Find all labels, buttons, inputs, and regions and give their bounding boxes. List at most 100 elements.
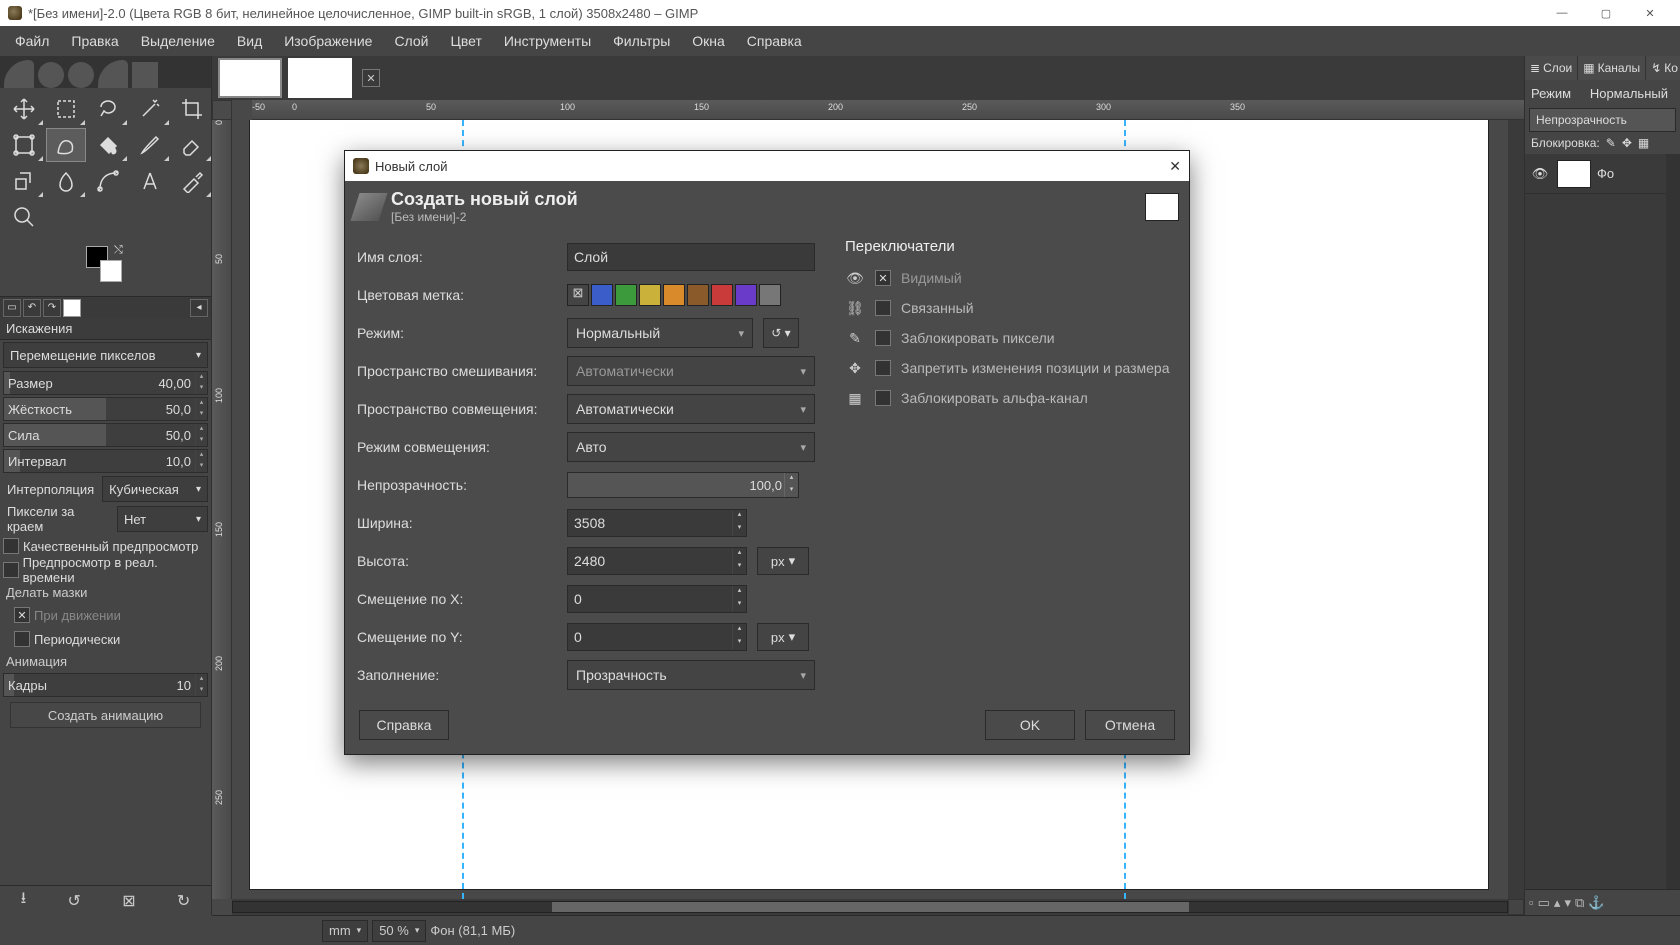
eraser-tool[interactable] <box>172 128 212 162</box>
offset-unit-select[interactable]: px ▾ <box>757 623 809 651</box>
zoom-tool[interactable] <box>4 200 44 234</box>
lower-layer-icon[interactable]: ▾ <box>1564 895 1571 911</box>
picker-tool[interactable] <box>172 164 212 198</box>
path-tool[interactable] <box>88 164 128 198</box>
color-tag[interactable] <box>759 284 781 306</box>
layer-opacity-slider[interactable]: Непрозрачность <box>1529 108 1676 132</box>
frames-slider[interactable]: Кадры10▴▾ <box>3 673 208 697</box>
minimize-button[interactable]: — <box>1540 0 1584 26</box>
comp-mode-select[interactable]: Авто▾ <box>567 432 815 462</box>
vertical-scrollbar[interactable] <box>1508 120 1524 899</box>
brush-shape[interactable] <box>4 60 34 88</box>
move-mode-select[interactable]: Перемещение пикселов▾ <box>3 342 208 368</box>
move-tool[interactable] <box>4 92 44 126</box>
menu-item[interactable]: Фильтры <box>602 29 681 53</box>
dialog-close-icon[interactable]: ✕ <box>1169 158 1181 175</box>
menu-item[interactable]: Окна <box>681 29 736 53</box>
menu-item[interactable]: Файл <box>4 29 60 53</box>
delete-preset-icon[interactable]: ⊠ <box>122 891 135 911</box>
clone-tool[interactable] <box>4 164 44 198</box>
brush-shape[interactable] <box>98 60 128 88</box>
text-tool[interactable] <box>130 164 170 198</box>
lock-position-icon[interactable]: ✥ <box>1622 136 1632 150</box>
color-tag[interactable] <box>711 284 733 306</box>
close-button[interactable]: ✕ <box>1628 0 1672 26</box>
lock-alpha-icon[interactable]: ▦ <box>1638 136 1649 150</box>
realtime-preview-check[interactable] <box>3 562 19 578</box>
mode-reset-button[interactable]: ↺ ▾ <box>763 318 799 348</box>
offset-y-input[interactable]: 0▴▾ <box>567 623 747 651</box>
close-tab-icon[interactable]: ✕ <box>362 69 380 87</box>
menu-item[interactable]: Правка <box>60 29 129 53</box>
on-move-check[interactable]: ✕ <box>14 607 30 623</box>
lock-pixels-icon[interactable]: ✎ <box>1606 136 1616 150</box>
cancel-button[interactable]: Отмена <box>1085 710 1175 740</box>
layers-tab[interactable]: ≣Слои <box>1525 56 1578 80</box>
zoom-select[interactable]: 50 %▾ <box>372 920 426 942</box>
merge-down-icon[interactable]: ⚓ <box>1588 895 1604 911</box>
menu-item[interactable]: Цвет <box>439 29 492 53</box>
brush-shape[interactable] <box>38 62 64 88</box>
warp-tool[interactable] <box>46 128 86 162</box>
blend-mode-row[interactable]: РежимНормальный <box>1525 80 1680 106</box>
swap-colors-icon[interactable]: ⤭ <box>114 244 123 257</box>
horizontal-ruler[interactable]: -50050100150200250300350 <box>252 100 1524 120</box>
size-unit-select[interactable]: px ▾ <box>757 547 809 575</box>
opacity-slider[interactable]: 100,0▴▾ <box>567 472 799 498</box>
ruler-corner[interactable] <box>212 100 232 120</box>
channels-tab[interactable]: ▦Каналы <box>1578 56 1646 80</box>
save-preset-icon[interactable]: ⭳ <box>21 887 27 914</box>
help-button[interactable]: Справка <box>359 710 449 740</box>
color-tag[interactable] <box>591 284 613 306</box>
menu-item[interactable]: Инструменты <box>493 29 602 53</box>
restore-preset-icon[interactable]: ↺ <box>68 891 81 911</box>
color-tag[interactable] <box>639 284 661 306</box>
horizontal-scrollbar[interactable] <box>232 899 1524 915</box>
size-slider[interactable]: Размер40,00▴▾ <box>3 371 208 395</box>
color-tag[interactable] <box>615 284 637 306</box>
layer-name-input[interactable]: Слой <box>567 243 815 271</box>
periodic-check[interactable] <box>14 631 30 647</box>
interval-slider[interactable]: Интервал10,0▴▾ <box>3 449 208 473</box>
nav-button[interactable] <box>1508 899 1524 915</box>
layer-row[interactable]: 👁 Фо <box>1525 154 1680 194</box>
visibility-toggle-icon[interactable]: 👁 <box>1529 166 1551 182</box>
lock-alpha-check[interactable] <box>875 390 891 406</box>
unit-select[interactable]: mm▾ <box>322 920 368 942</box>
mode-select[interactable]: Нормальный▾ <box>567 318 753 348</box>
transform-tool[interactable] <box>4 128 44 162</box>
edge-select[interactable]: Нет▾ <box>117 506 208 532</box>
height-input[interactable]: 2480▴▾ <box>567 547 747 575</box>
layer-group-icon[interactable]: ▭ <box>1538 895 1550 911</box>
width-input[interactable]: 3508▴▾ <box>567 509 747 537</box>
maximize-button[interactable]: ▢ <box>1584 0 1628 26</box>
interp-select[interactable]: Кубическая▾ <box>102 476 208 502</box>
undo-history-tab-icon[interactable]: ↶ <box>23 299 41 317</box>
visible-check[interactable]: ✕ <box>875 270 891 286</box>
fill-select[interactable]: Прозрачность▾ <box>567 660 815 690</box>
dialog-titlebar[interactable]: Новый слой ✕ <box>345 151 1189 181</box>
menu-item[interactable]: Выделение <box>130 29 226 53</box>
create-animation-button[interactable]: Создать анимацию <box>10 702 201 728</box>
layer-list-scrollbar[interactable] <box>1666 154 1680 889</box>
document-tab[interactable] <box>218 58 282 98</box>
fg-bg-swatch[interactable]: ⤭ <box>0 242 211 292</box>
new-layer-icon[interactable]: ▫ <box>1529 895 1534 910</box>
menu-item[interactable]: Слой <box>383 29 439 53</box>
duplicate-layer-icon[interactable]: ⧉ <box>1575 895 1584 911</box>
menu-item[interactable]: Изображение <box>273 29 383 53</box>
lock-pixels-check[interactable] <box>875 330 891 346</box>
blend-space-select[interactable]: Автоматически▾ <box>567 356 815 386</box>
smudge-tool[interactable] <box>46 164 86 198</box>
redo-tab-icon[interactable]: ↷ <box>43 299 61 317</box>
vertical-ruler[interactable]: 050100150200250 <box>212 120 232 899</box>
lasso-tool[interactable] <box>88 92 128 126</box>
bg-color[interactable] <box>100 260 122 282</box>
rect-select-tool[interactable] <box>46 92 86 126</box>
raise-layer-icon[interactable]: ▴ <box>1554 895 1561 911</box>
paths-tab[interactable]: ↯Ко <box>1646 56 1680 80</box>
comp-space-select[interactable]: Автоматически▾ <box>567 394 815 424</box>
force-slider[interactable]: Сила50,0▴▾ <box>3 423 208 447</box>
quality-preview-check[interactable] <box>3 538 19 554</box>
color-tag[interactable] <box>687 284 709 306</box>
